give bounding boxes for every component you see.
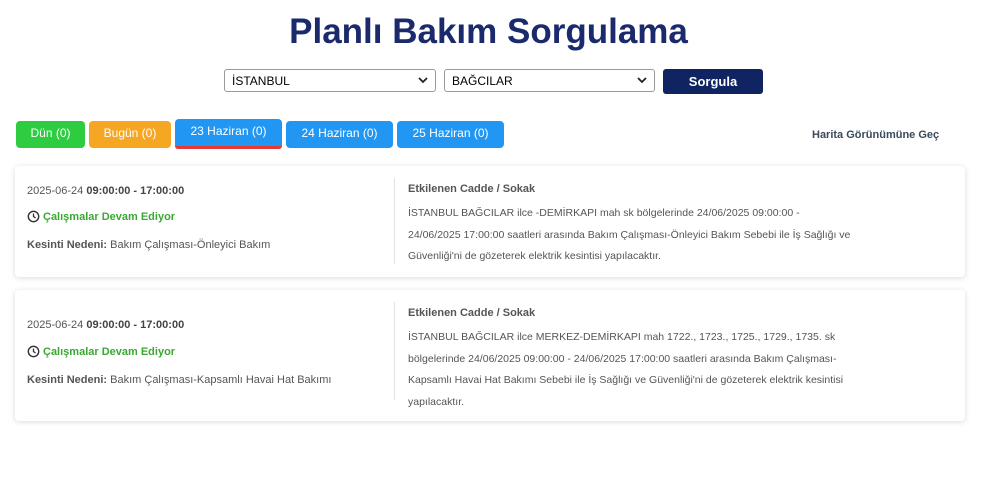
district-select[interactable]: BAĞCILAR xyxy=(444,69,655,92)
outage-reason: Kesinti Nedeni: Bakım Çalışması-Önleyici… xyxy=(27,239,270,251)
card-divider xyxy=(394,302,395,400)
outage-description-line: İSTANBUL BAĞCILAR ilce MERKEZ-DEMİRKAPI … xyxy=(408,331,836,343)
clock-icon xyxy=(27,345,40,358)
outage-description: İSTANBUL BAĞCILAR ilce MERKEZ-DEMİRKAPI … xyxy=(408,327,878,413)
tab-june-25[interactable]: 25 Haziran (0) xyxy=(397,121,504,148)
query-button[interactable]: Sorgula xyxy=(663,69,763,94)
outage-reason-label: Kesinti Nedeni: xyxy=(27,374,108,386)
tab-june-24[interactable]: 24 Haziran (0) xyxy=(286,121,393,148)
tab-yesterday[interactable]: Dün (0) xyxy=(16,121,85,148)
tab-june-23[interactable]: 23 Haziran (0) xyxy=(175,119,282,149)
outage-datetime: 2025-06-24 09:00:00 - 17:00:00 xyxy=(27,185,184,197)
page-title: Planlı Bakım Sorgulama xyxy=(289,12,688,51)
affected-streets-title: Etkilenen Cadde / Sokak xyxy=(408,307,536,319)
outage-reason-label: Kesinti Nedeni: xyxy=(27,239,108,251)
tab-today[interactable]: Bugün (0) xyxy=(89,121,171,148)
outage-datetime: 2025-06-24 09:00:00 - 17:00:00 xyxy=(27,319,184,331)
outage-description-line: yapılacaktır. xyxy=(408,395,465,408)
outage-description-line: 24/06/2025 17:00:00 saatleri arasında Ba… xyxy=(408,228,851,241)
outage-description-line: Kapsamlı Havai Hat Bakımı Sebebi ile İş … xyxy=(408,374,844,386)
outage-description-line: bölgelerinde 24/06/2025 09:00:00 - 24/06… xyxy=(408,352,837,365)
outage-time: 09:00:00 - 17:00:00 xyxy=(86,185,185,197)
card-divider xyxy=(394,178,395,264)
chevron-down-icon xyxy=(418,77,428,84)
outage-description-line: Güvenliği'ni de gözeterek elektrik kesin… xyxy=(408,250,661,262)
outage-status: Çalışmalar Devam Ediyor xyxy=(27,345,175,358)
outage-reason-value: Bakım Çalışması-Önleyici Bakım xyxy=(110,239,271,251)
outage-reason: Kesinti Nedeni: Bakım Çalışması-Kapsamlı… xyxy=(27,374,331,386)
outage-time: 09:00:00 - 17:00:00 xyxy=(86,319,185,331)
outage-card: 2025-06-24 09:00:00 - 17:00:00 Çalışmala… xyxy=(15,166,965,277)
outage-date: 2025-06-24 xyxy=(27,185,84,197)
outage-status-label: Çalışmalar Devam Ediyor xyxy=(43,211,176,223)
chevron-down-icon xyxy=(637,77,647,84)
outage-card: 2025-06-24 09:00:00 - 17:00:00 Çalışmala… xyxy=(15,290,965,421)
map-view-link[interactable]: Harita Görünümüne Geç xyxy=(812,129,939,141)
clock-icon xyxy=(27,210,40,223)
city-select[interactable]: İSTANBUL xyxy=(224,69,436,92)
outage-status: Çalışmalar Devam Ediyor xyxy=(27,210,175,223)
district-select-value: BAĞCILAR xyxy=(452,74,513,88)
city-select-value: İSTANBUL xyxy=(232,74,290,88)
outage-reason-value: Bakım Çalışması-Kapsamlı Havai Hat Bakım… xyxy=(110,374,332,386)
outage-description: İSTANBUL BAĞCILAR ilce -DEMİRKAPI mah sk… xyxy=(408,203,878,268)
affected-streets-title: Etkilenen Cadde / Sokak xyxy=(408,183,536,195)
outage-date: 2025-06-24 xyxy=(27,319,84,331)
outage-status-label: Çalışmalar Devam Ediyor xyxy=(43,346,176,358)
outage-description-line: İSTANBUL BAĞCILAR ilce -DEMİRKAPI mah sk… xyxy=(408,207,800,219)
